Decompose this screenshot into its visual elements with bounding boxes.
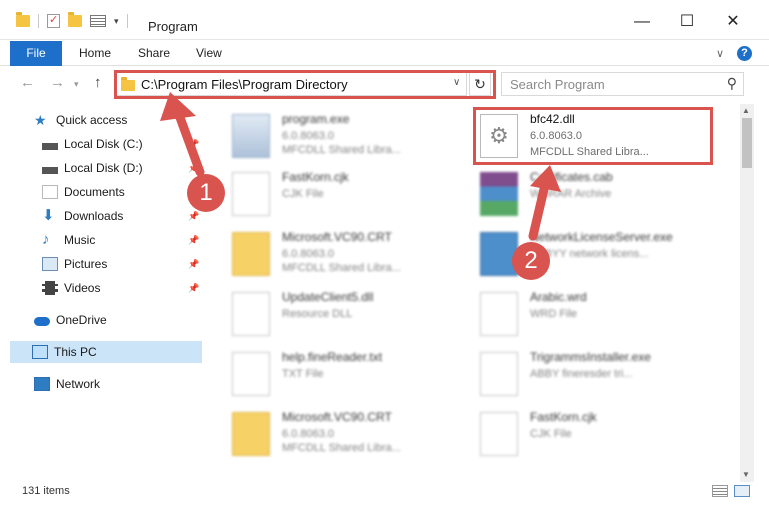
scrollbar-thumb[interactable] xyxy=(742,118,752,168)
item-count: 131 items xyxy=(22,485,70,497)
callout-badge-1: 1 xyxy=(187,174,225,212)
scroll-up-arrow-icon[interactable]: ▲ xyxy=(742,106,750,115)
scroll-down-arrow-icon[interactable]: ▼ xyxy=(742,470,750,479)
large-icons-view-icon[interactable] xyxy=(734,485,750,497)
arrow-one xyxy=(160,92,205,177)
callout-badge-2: 2 xyxy=(512,242,550,280)
details-view-icon[interactable] xyxy=(712,485,728,497)
vertical-scrollbar[interactable]: ▲ ▼ xyxy=(740,104,754,482)
status-bar: 131 items xyxy=(0,482,769,502)
annotation-arrows xyxy=(160,92,561,241)
arrow-two xyxy=(528,165,561,241)
